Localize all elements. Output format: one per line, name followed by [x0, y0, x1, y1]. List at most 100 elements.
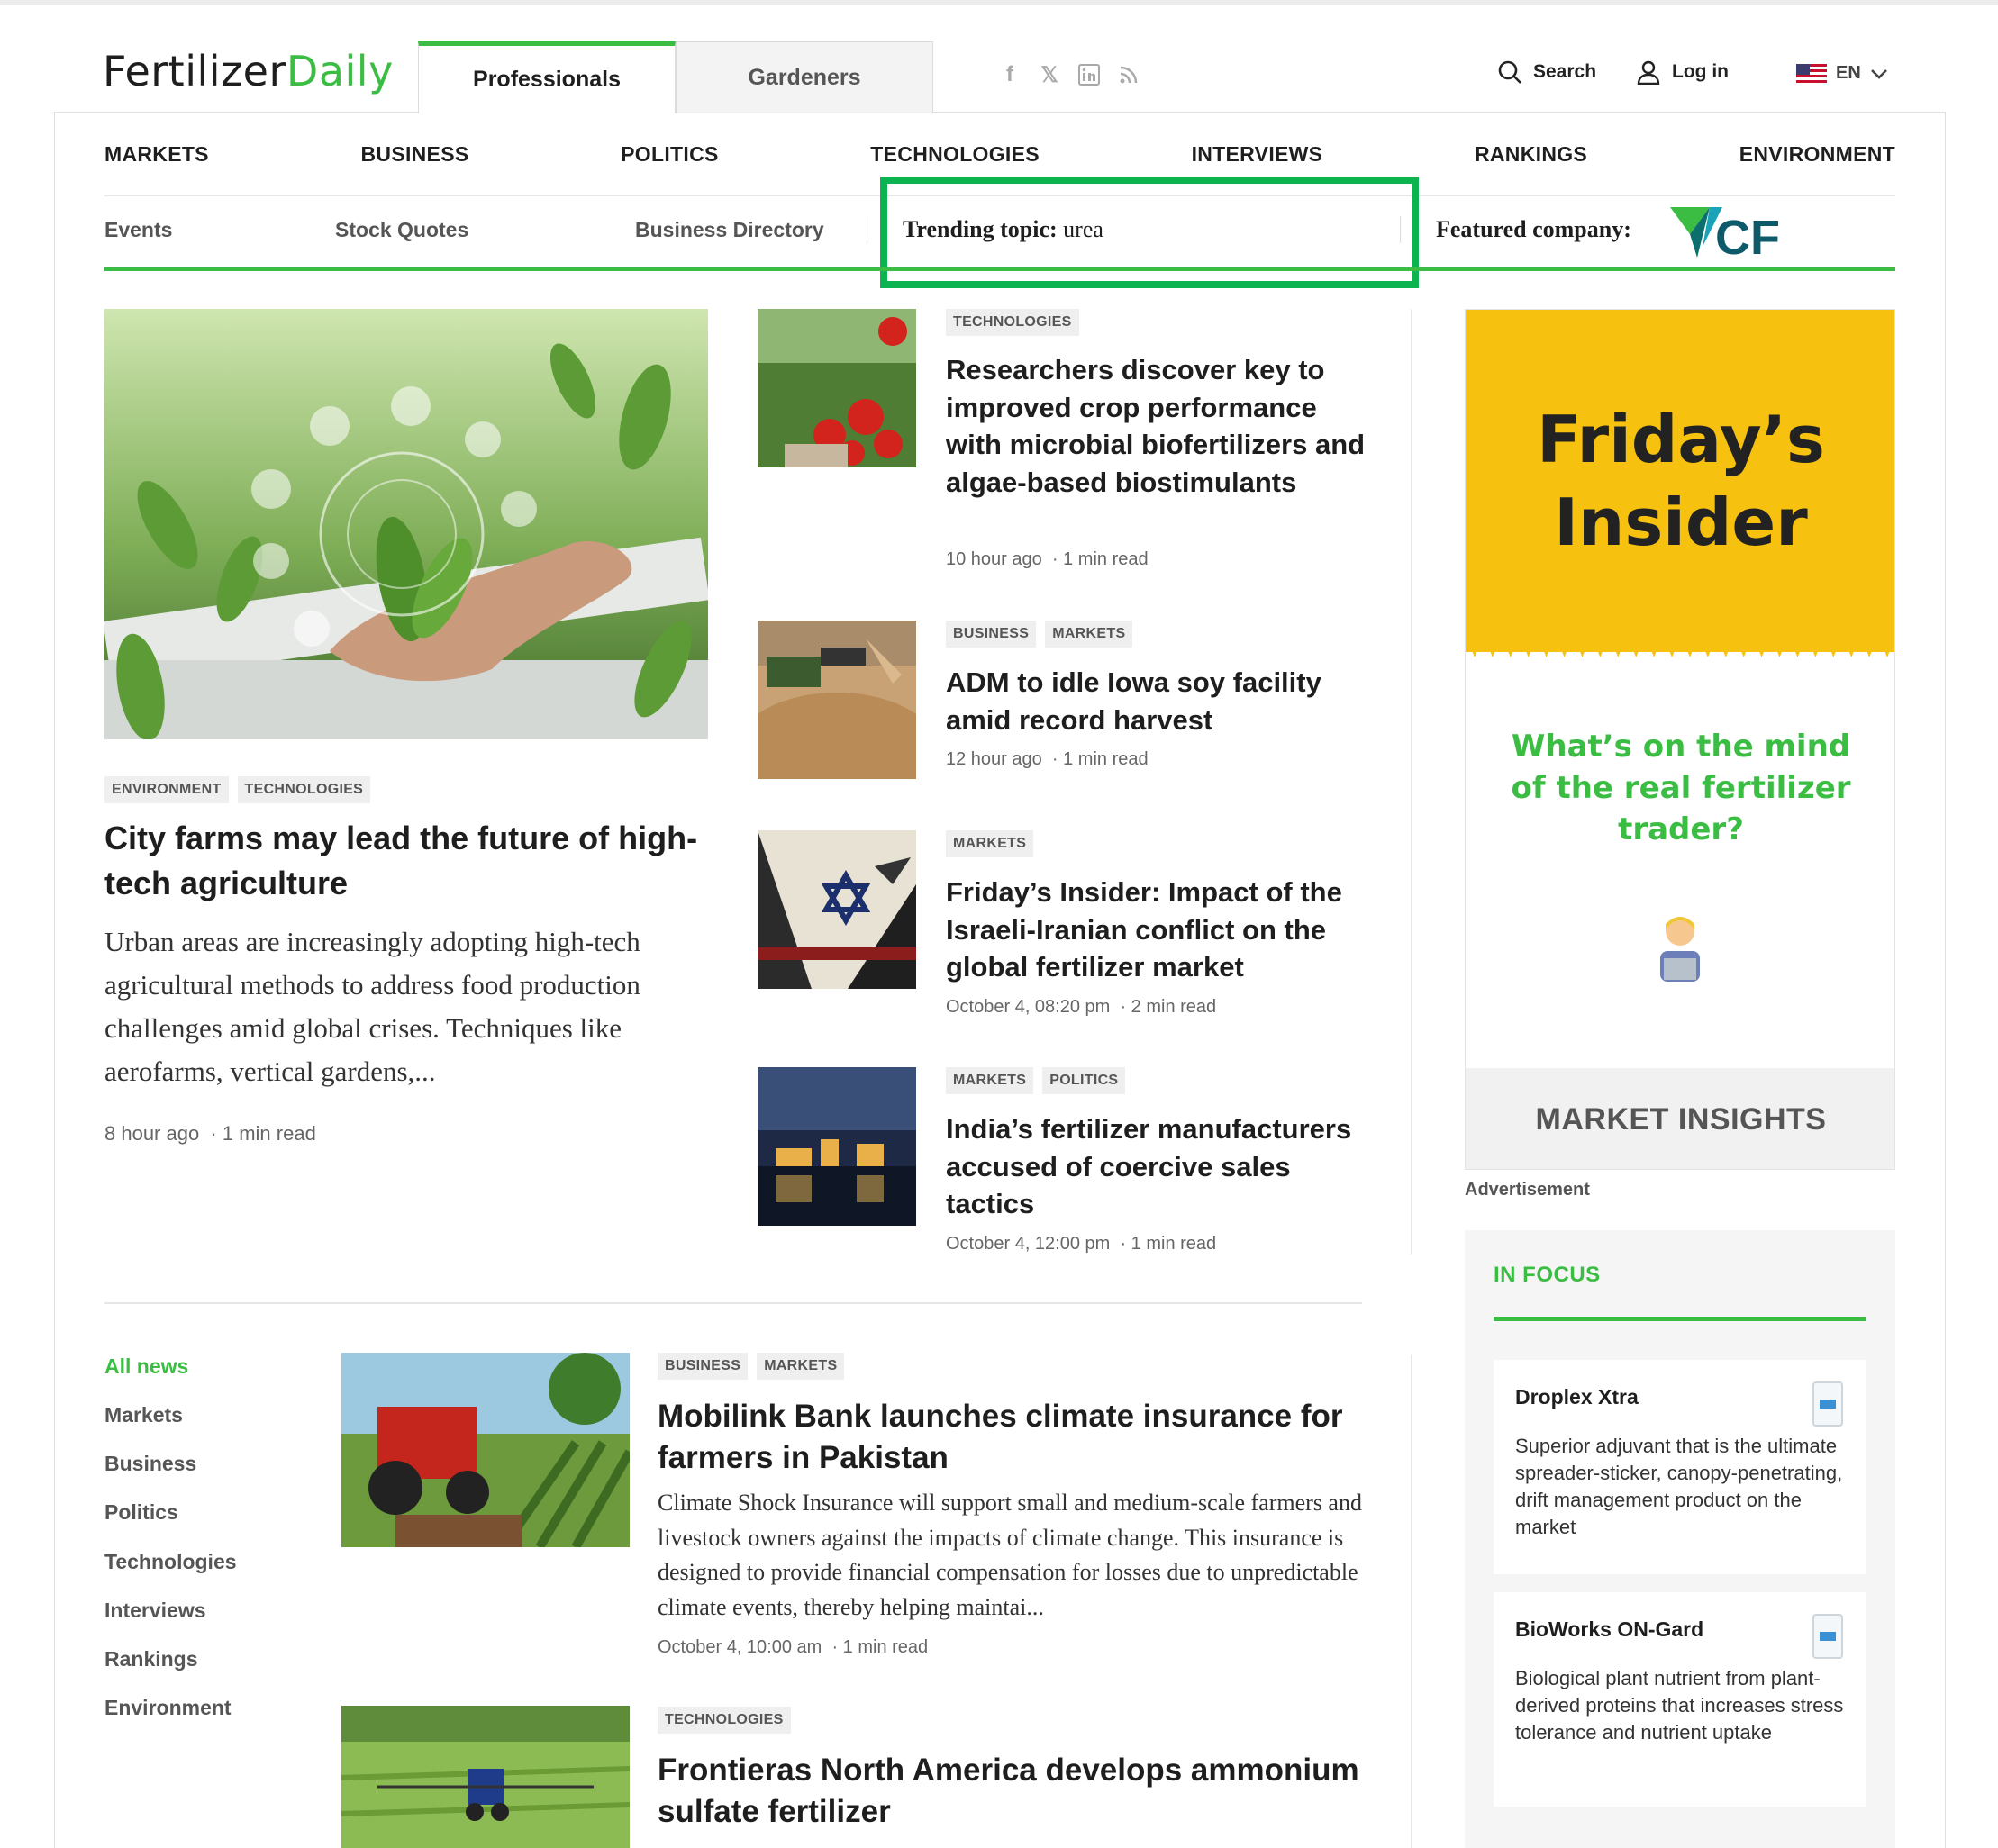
hero-title[interactable]: City farms may lead the future of high-t…: [104, 816, 708, 906]
article-thumbnail[interactable]: [758, 309, 916, 467]
product-card[interactable]: BioWorks ON-Gard Biological plant nutrie…: [1494, 1592, 1866, 1807]
article-meta: October 4, 12:00 pm · 1 min read: [946, 1234, 1217, 1254]
hero-description: Urban areas are increasingly adopting hi…: [104, 926, 640, 1087]
product-name: BioWorks ON-Gard: [1515, 1617, 1704, 1641]
chevron-down-icon: [1870, 68, 1887, 79]
column-divider: [1411, 309, 1412, 1255]
ad-title: Friday’s Insider: [1466, 398, 1894, 564]
hero-meta: 8 hour ago · 1 min read: [104, 1122, 316, 1145]
tag[interactable]: MARKETS: [757, 1353, 845, 1380]
article-title[interactable]: Mobilink Bank launches climate insurance…: [658, 1396, 1369, 1479]
tag[interactable]: TECHNOLOGIES: [946, 309, 1079, 336]
search-button[interactable]: Search: [1497, 59, 1596, 85]
subnav-stock-quotes[interactable]: Stock Quotes: [335, 218, 468, 242]
tag[interactable]: TECHNOLOGIES: [658, 1707, 791, 1734]
facebook-icon[interactable]: f: [998, 62, 1022, 86]
nav-interviews[interactable]: INTERVIEWS: [1192, 142, 1323, 167]
article-tags: BUSINESS MARKETS: [658, 1353, 853, 1380]
article-meta: 12 hour ago · 1 min read: [946, 749, 1149, 769]
article-time: 10 hour ago: [946, 549, 1042, 569]
section-divider: [104, 1302, 1362, 1304]
article-title[interactable]: Frontieras North America develops ammoni…: [658, 1750, 1369, 1833]
nav-markets[interactable]: MARKETS: [104, 142, 209, 167]
nav-green-bar: [104, 267, 1895, 271]
tag[interactable]: ENVIRONMENT: [104, 776, 229, 803]
read-time: 1 min read: [842, 1637, 929, 1657]
nav-technologies[interactable]: TECHNOLOGIES: [870, 142, 1040, 167]
in-focus-title: IN FOCUS: [1494, 1263, 1601, 1287]
article-time: October 4, 12:00 pm: [946, 1234, 1111, 1254]
category-technologies[interactable]: Technologies: [104, 1550, 237, 1574]
user-icon: [1637, 60, 1660, 85]
article-thumbnail[interactable]: [758, 1067, 916, 1226]
article-title[interactable]: Friday’s Insider: Impact of the Israeli-…: [946, 874, 1378, 986]
article-tags: MARKETS POLITICS: [946, 1067, 1134, 1094]
search-label: Search: [1533, 61, 1597, 82]
advertisement-banner[interactable]: Friday’s Insider What’s on the mind of th…: [1465, 309, 1895, 1170]
tag[interactable]: POLITICS: [1042, 1067, 1126, 1094]
article-title[interactable]: ADM to idle Iowa soy facility amid recor…: [946, 664, 1378, 738]
subnav-business-directory[interactable]: Business Directory: [635, 218, 824, 242]
x-icon[interactable]: 𝕏: [1038, 63, 1061, 87]
article-title[interactable]: Researchers discover key to improved cro…: [946, 351, 1378, 501]
article-description: Climate Shock Insurance will support sma…: [658, 1490, 1362, 1620]
ad-title-line: Insider: [1554, 485, 1808, 560]
article-tags: TECHNOLOGIES: [658, 1707, 800, 1734]
article-time: 12 hour ago: [946, 749, 1042, 769]
ad-question: What’s on the mind of the real fertilize…: [1511, 729, 1851, 847]
tab-gardeners[interactable]: Gardeners: [676, 41, 933, 113]
article-title[interactable]: India’s fertilizer manufacturers accused…: [946, 1110, 1378, 1223]
article-tags: BUSINESS MARKETS: [946, 621, 1141, 648]
language-selector[interactable]: EN: [1796, 63, 1888, 84]
article-meta: 10 hour ago · 1 min read: [946, 549, 1149, 569]
category-markets[interactable]: Markets: [104, 1403, 183, 1427]
hero-tags: ENVIRONMENT TECHNOLOGIES: [104, 776, 379, 803]
product-bottle-icon: [1812, 1381, 1843, 1427]
category-rankings[interactable]: Rankings: [104, 1647, 198, 1671]
login-label: Log in: [1672, 61, 1729, 82]
subnav-events[interactable]: Events: [104, 218, 172, 242]
featured-company-label: Featured company:: [1436, 216, 1631, 242]
rss-icon[interactable]: [1117, 63, 1140, 86]
us-flag-icon: [1796, 63, 1827, 84]
advertisement-label: Advertisement: [1465, 1180, 1590, 1200]
category-all-news[interactable]: All news: [104, 1354, 188, 1379]
article-time: 8 hour ago: [104, 1122, 200, 1145]
product-bottle-icon: [1812, 1614, 1843, 1659]
ad-title-line: Friday’s: [1537, 402, 1825, 477]
article-thumbnail[interactable]: [758, 621, 916, 779]
article-thumbnail[interactable]: [758, 830, 916, 989]
login-button[interactable]: Log in: [1636, 59, 1729, 85]
cf-logo-text: CF: [1715, 211, 1780, 261]
product-description: Biological plant nutrient from plant-der…: [1515, 1667, 1844, 1744]
nav-rankings[interactable]: RANKINGS: [1475, 142, 1587, 167]
category-business[interactable]: Business: [104, 1452, 196, 1476]
read-time: 1 min read: [1063, 749, 1149, 769]
in-focus-underline: [1494, 1317, 1866, 1321]
category-interviews[interactable]: Interviews: [104, 1599, 206, 1623]
cf-company-logo[interactable]: CF: [1670, 204, 1789, 261]
tag[interactable]: BUSINESS: [946, 621, 1037, 648]
nav-politics[interactable]: POLITICS: [621, 142, 718, 167]
nav-environment[interactable]: ENVIRONMENT: [1739, 142, 1895, 167]
tag[interactable]: BUSINESS: [658, 1353, 749, 1380]
tag[interactable]: MARKETS: [1045, 621, 1133, 648]
tag[interactable]: TECHNOLOGIES: [237, 776, 371, 803]
article-thumbnail[interactable]: [341, 1706, 630, 1848]
tag[interactable]: MARKETS: [946, 1067, 1034, 1094]
category-politics[interactable]: Politics: [104, 1500, 178, 1525]
linkedin-icon[interactable]: [1077, 63, 1101, 86]
tag[interactable]: MARKETS: [946, 830, 1034, 857]
product-card[interactable]: Droplex Xtra Superior adjuvant that is t…: [1494, 1360, 1866, 1574]
highlight-box: [880, 177, 1419, 288]
ad-zigzag: [1466, 634, 1894, 657]
nav-business[interactable]: BUSINESS: [361, 142, 469, 167]
in-focus-panel: IN FOCUS Droplex Xtra Superior adjuvant …: [1465, 1230, 1895, 1848]
site-logo[interactable]: FertilizerDaily: [103, 47, 394, 95]
article-time: October 4, 10:00 am: [658, 1637, 822, 1657]
article-thumbnail[interactable]: [341, 1353, 630, 1547]
category-environment[interactable]: Environment: [104, 1696, 232, 1720]
hero-image[interactable]: [104, 309, 708, 739]
article-time: October 4, 08:20 pm: [946, 997, 1111, 1017]
tab-professionals[interactable]: Professionals: [418, 41, 676, 113]
